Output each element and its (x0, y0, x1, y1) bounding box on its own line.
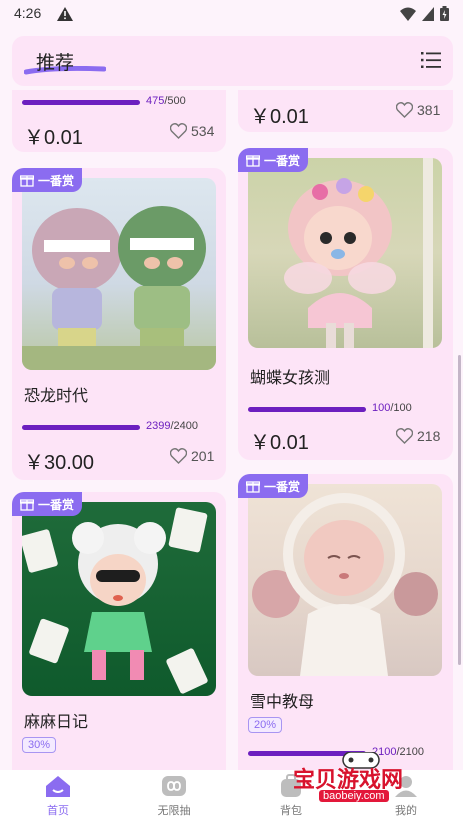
percent-tag: 20% (248, 717, 283, 733)
gift-icon (246, 481, 260, 493)
status-icons (400, 6, 449, 21)
butterfly-girl-illustration (284, 158, 433, 348)
progress-bar (248, 407, 366, 412)
watermark-url: baobeiy.com (319, 790, 389, 802)
progress-text: 100/100 (372, 402, 412, 414)
progress-bar (22, 425, 140, 430)
like-count: 534 (191, 123, 215, 139)
wifi-icon (400, 7, 416, 21)
infinity-icon (162, 776, 186, 796)
product-card[interactable]: 一番赏 麻麻日记 30% (12, 492, 226, 770)
price: ￥30.00 (24, 452, 95, 474)
battery-icon (440, 6, 449, 21)
heart-icon (396, 102, 413, 118)
product-card[interactable]: 一番赏 蝴蝶女孩测 100/100 ￥0.01 218 (238, 148, 453, 460)
tab-label: 首页 (47, 804, 69, 817)
product-card[interactable]: ￥0.01 381 (238, 90, 453, 132)
mahjong-girl-illustration (22, 507, 208, 694)
status-time: 4:26 (14, 5, 42, 21)
product-card[interactable]: 一番赏 恐龙时代 2399/2400 ￥30.00 201 (12, 168, 226, 480)
gift-icon (246, 155, 260, 167)
like-button[interactable]: 381 (396, 102, 440, 118)
yifanshang-badge: 一番赏 (238, 148, 309, 172)
yifanshang-badge: 一番赏 (12, 168, 83, 192)
badge-label: 一番赏 (264, 153, 301, 168)
like-button[interactable]: 218 (396, 428, 440, 444)
product-title: 麻麻日记 (24, 712, 89, 731)
top-header: 推荐 (12, 36, 453, 86)
product-image (22, 502, 216, 696)
tab-label: 无限抽 (157, 804, 191, 817)
gift-icon (20, 175, 34, 187)
product-card[interactable]: 475/500 ￥0.01 534 (12, 90, 226, 152)
scrollbar[interactable] (458, 355, 461, 665)
yifanshang-badge: 一番赏 (12, 492, 83, 516)
product-card[interactable]: 一番赏 雪中教母 20% 2100/2100 (238, 474, 453, 770)
like-count: 201 (191, 448, 215, 464)
price: ￥0.01 (250, 106, 309, 128)
product-image (248, 484, 442, 676)
progress-text: 2399/2400 (146, 420, 199, 432)
heart-icon (396, 428, 413, 444)
product-title: 恐龙时代 (24, 386, 89, 405)
status-bar: 4:26 (0, 0, 463, 28)
price: ￥0.01 (24, 127, 83, 149)
astronaut-doll-illustration (252, 493, 438, 676)
warning-icon (57, 7, 73, 21)
progress-text: 475/500 (146, 95, 186, 107)
page-title: 推荐 (36, 52, 75, 74)
gift-icon (20, 499, 34, 511)
price: ￥0.01 (250, 432, 309, 454)
product-title: 蝴蝶女孩测 (250, 368, 331, 387)
home-icon (46, 776, 70, 797)
like-button[interactable]: 201 (170, 448, 214, 464)
like-count: 218 (417, 428, 441, 444)
progress-bar (22, 100, 140, 105)
badge-label: 一番赏 (264, 479, 301, 494)
badge-label: 一番赏 (38, 173, 75, 188)
heart-icon (170, 123, 187, 139)
like-button[interactable]: 534 (170, 123, 214, 139)
product-image (22, 178, 216, 370)
product-image (248, 158, 442, 348)
yifanshang-badge: 一番赏 (238, 474, 309, 498)
badge-label: 一番赏 (38, 497, 75, 512)
product-title: 雪中教母 (250, 692, 315, 711)
signal-icon (422, 6, 434, 21)
dinosaur-figures-illustration (22, 206, 216, 370)
percent-tag: 30% (22, 737, 57, 753)
heart-icon (170, 448, 187, 464)
list-menu-icon[interactable] (421, 51, 441, 69)
tab-unlimited-draw[interactable]: 无限抽 (134, 774, 214, 818)
like-count: 381 (417, 102, 441, 118)
tab-home[interactable]: 首页 (18, 774, 98, 818)
watermark-logo: 宝贝游戏网 baobeiy.com (283, 752, 433, 807)
